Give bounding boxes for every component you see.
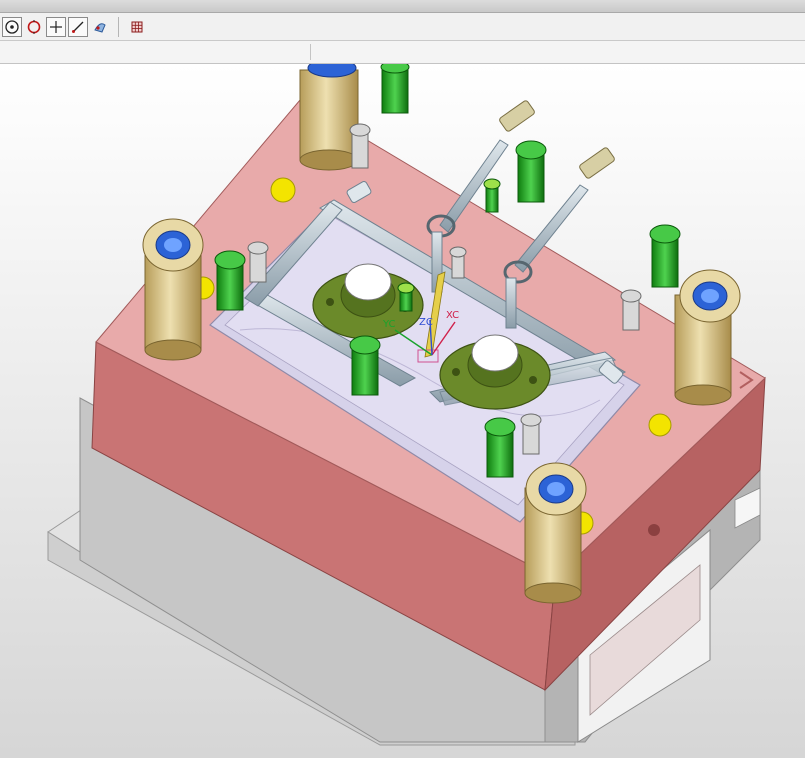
snap-point-icon [5, 19, 19, 34]
guide-bushing-front [524, 462, 587, 604]
snap-point-button[interactable] [2, 16, 22, 37]
toolbar-separator [118, 16, 119, 37]
snap-circle-center-icon [27, 19, 41, 34]
guide-bushing-left [142, 218, 204, 361]
snap-line-icon [72, 21, 84, 33]
graphics-viewport[interactable]: XC YC ZC [0, 64, 805, 758]
snap-crosshair-icon [50, 20, 62, 33]
guide-bushing-right [674, 269, 741, 406]
axis-label-x: XC [446, 310, 459, 321]
selection-bar-divider [310, 44, 311, 60]
guide-bushing-top [299, 64, 359, 171]
axis-label-y: YC [382, 319, 396, 330]
grid-filter-icon [131, 21, 143, 32]
snap-tangent-icon [94, 22, 106, 33]
snap-toolbar [0, 13, 805, 41]
grid-filter-button[interactable] [127, 17, 147, 37]
snap-circle-center-button[interactable] [24, 17, 44, 37]
selection-bar [0, 41, 805, 64]
axis-label-z: ZC [419, 317, 433, 328]
snap-line-button[interactable] [68, 16, 88, 37]
snap-crosshair-button[interactable] [46, 16, 66, 37]
window-top-strip [0, 0, 805, 13]
snap-tangent-button[interactable] [90, 17, 110, 37]
mold-model-canvas: XC YC ZC [0, 64, 805, 758]
